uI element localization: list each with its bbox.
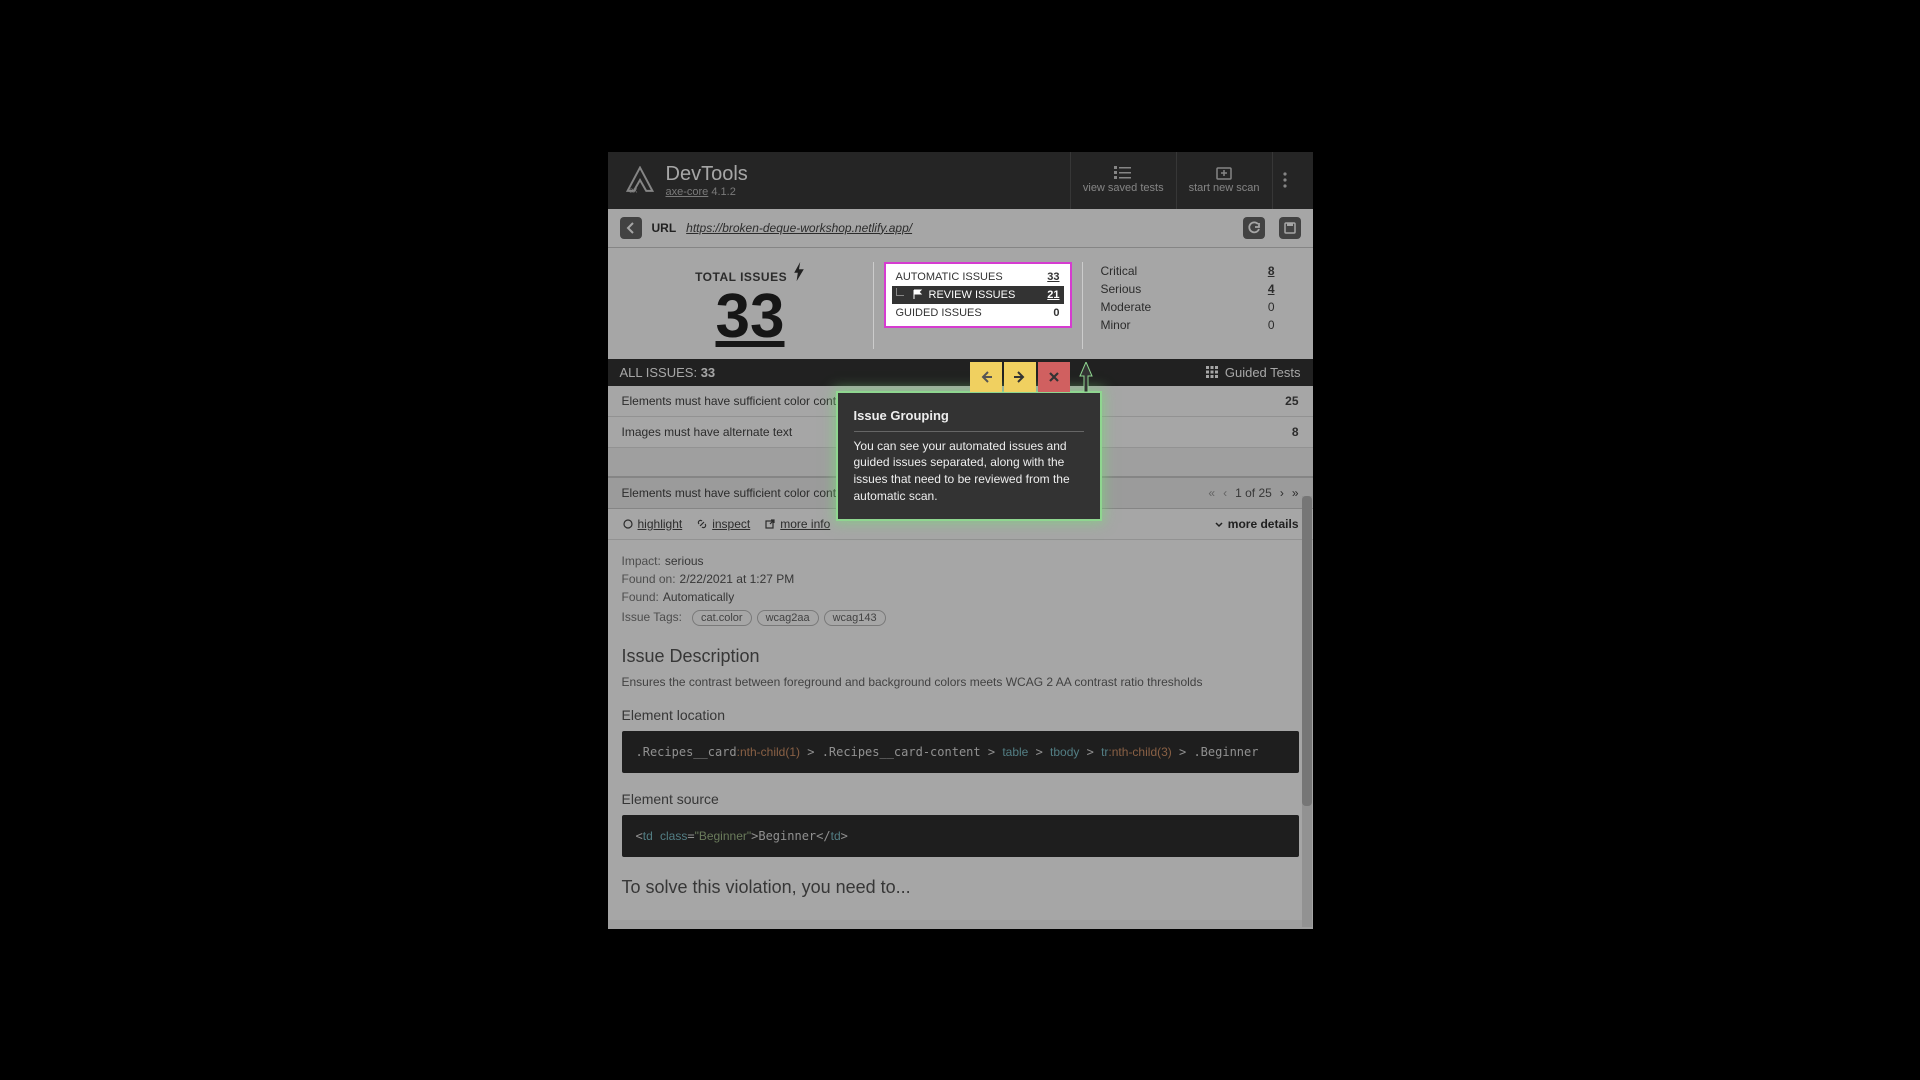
severity-minor[interactable]: Minor0 [1101,316,1275,334]
target-icon [622,518,634,530]
rerun-button[interactable] [1243,217,1265,239]
severity-serious[interactable]: Serious4 [1101,280,1275,298]
back-button[interactable] [620,217,642,239]
save-icon [1283,221,1297,235]
guided-tests-button[interactable]: Guided Tests [1205,365,1301,380]
app-title: DevTools [666,163,748,186]
bolt-icon [793,262,805,281]
severity-critical[interactable]: Critical8 [1101,262,1275,280]
severity-moderate[interactable]: Moderate0 [1101,298,1275,316]
scrollbar[interactable] [1302,496,1312,927]
element-source-code[interactable]: <td class="Beginner">Beginner</td> [622,815,1299,857]
tour-close-button[interactable] [1038,362,1070,392]
tour-popover: Issue Grouping You can see your automate… [836,391,1102,521]
issue-tag[interactable]: wcag143 [824,610,886,626]
new-scan-icon [1216,166,1232,180]
external-link-icon [764,518,776,530]
page-indicator: 1 of 25 [1235,486,1272,500]
tree-connector [896,288,904,296]
found-value: Automatically [663,590,734,604]
element-location-code[interactable]: .Recipes__card:nth-child(1) > .Recipes__… [622,731,1299,773]
description-text: Ensures the contrast between foreground … [622,675,1299,689]
issue-details: Impact:serious Found on:2/22/2021 at 1:2… [608,540,1313,920]
chevron-down-icon [1214,519,1224,529]
app-subtitle: axe-core 4.1.2 [666,186,748,198]
popover-text: You can see your automated issues and gu… [854,438,1084,505]
automatic-issues-row[interactable]: AUTOMATIC ISSUES 33 [892,268,1064,286]
app-header: ax DevTools axe-core 4.1.2 view saved te… [608,152,1313,209]
first-page-button[interactable]: « [1208,486,1215,500]
review-issues-row[interactable]: REVIEW ISSUES 21 [892,286,1064,304]
found-on-value: 2/22/2021 at 1:27 PM [680,572,795,586]
save-button[interactable] [1279,217,1301,239]
description-heading: Issue Description [622,646,1299,667]
arrow-left-icon [624,221,638,235]
view-saved-tests-button[interactable]: view saved tests [1070,152,1176,209]
axe-logo-icon: ax [624,166,656,194]
last-page-button[interactable]: » [1292,486,1299,500]
popover-title: Issue Grouping [854,407,1084,432]
inspect-button[interactable]: inspect [696,517,750,531]
arrow-left-icon [978,369,994,385]
grid-icon [1205,365,1219,379]
issue-tag[interactable]: cat.color [692,610,752,626]
start-new-scan-button[interactable]: start new scan [1176,152,1272,209]
refresh-icon [1247,221,1261,235]
popover-pointer-icon [1076,362,1096,392]
total-issues-count[interactable]: 33 [628,284,873,349]
element-source-heading: Element source [622,791,1299,807]
next-page-button[interactable]: › [1280,486,1284,500]
issue-grouping-panel: AUTOMATIC ISSUES 33 REVIEW ISSUES 21 GUI… [884,262,1072,328]
url-label: URL [652,221,677,235]
prev-page-button[interactable]: ‹ [1223,486,1227,500]
more-details-toggle[interactable]: more details [1214,517,1299,531]
issue-tag[interactable]: wcag2aa [757,610,819,626]
kebab-icon [1283,172,1287,188]
element-location-heading: Element location [622,707,1299,723]
arrow-right-icon [1012,369,1028,385]
scanned-url[interactable]: https://broken-deque-workshop.netlify.ap… [686,221,912,235]
guided-issues-row[interactable]: GUIDED ISSUES 0 [892,304,1064,322]
severity-panel: Critical8 Serious4 Moderate0 Minor0 [1083,262,1293,349]
flag-icon [912,289,923,300]
svg-text:ax: ax [629,185,637,194]
link-icon [696,518,708,530]
close-icon [1047,370,1061,384]
highlight-button[interactable]: highlight [622,517,683,531]
tour-next-button[interactable] [1004,362,1036,392]
impact-value: serious [665,554,704,568]
kebab-menu-button[interactable] [1272,152,1297,209]
more-info-button[interactable]: more info [764,517,830,531]
list-icon [1114,166,1132,180]
total-issues-label: TOTAL ISSUES [628,262,873,284]
axe-core-link[interactable]: axe-core [666,186,709,198]
summary-panel: TOTAL ISSUES 33 AUTOMATIC ISSUES 33 REVI… [608,248,1313,359]
solution-heading: To solve this violation, you need to... [622,877,1299,898]
tour-prev-button[interactable] [970,362,1002,392]
logo-area: ax DevTools axe-core 4.1.2 [624,163,1060,198]
scroll-thumb[interactable] [1302,496,1312,806]
url-bar: URL https://broken-deque-workshop.netlif… [608,209,1313,248]
